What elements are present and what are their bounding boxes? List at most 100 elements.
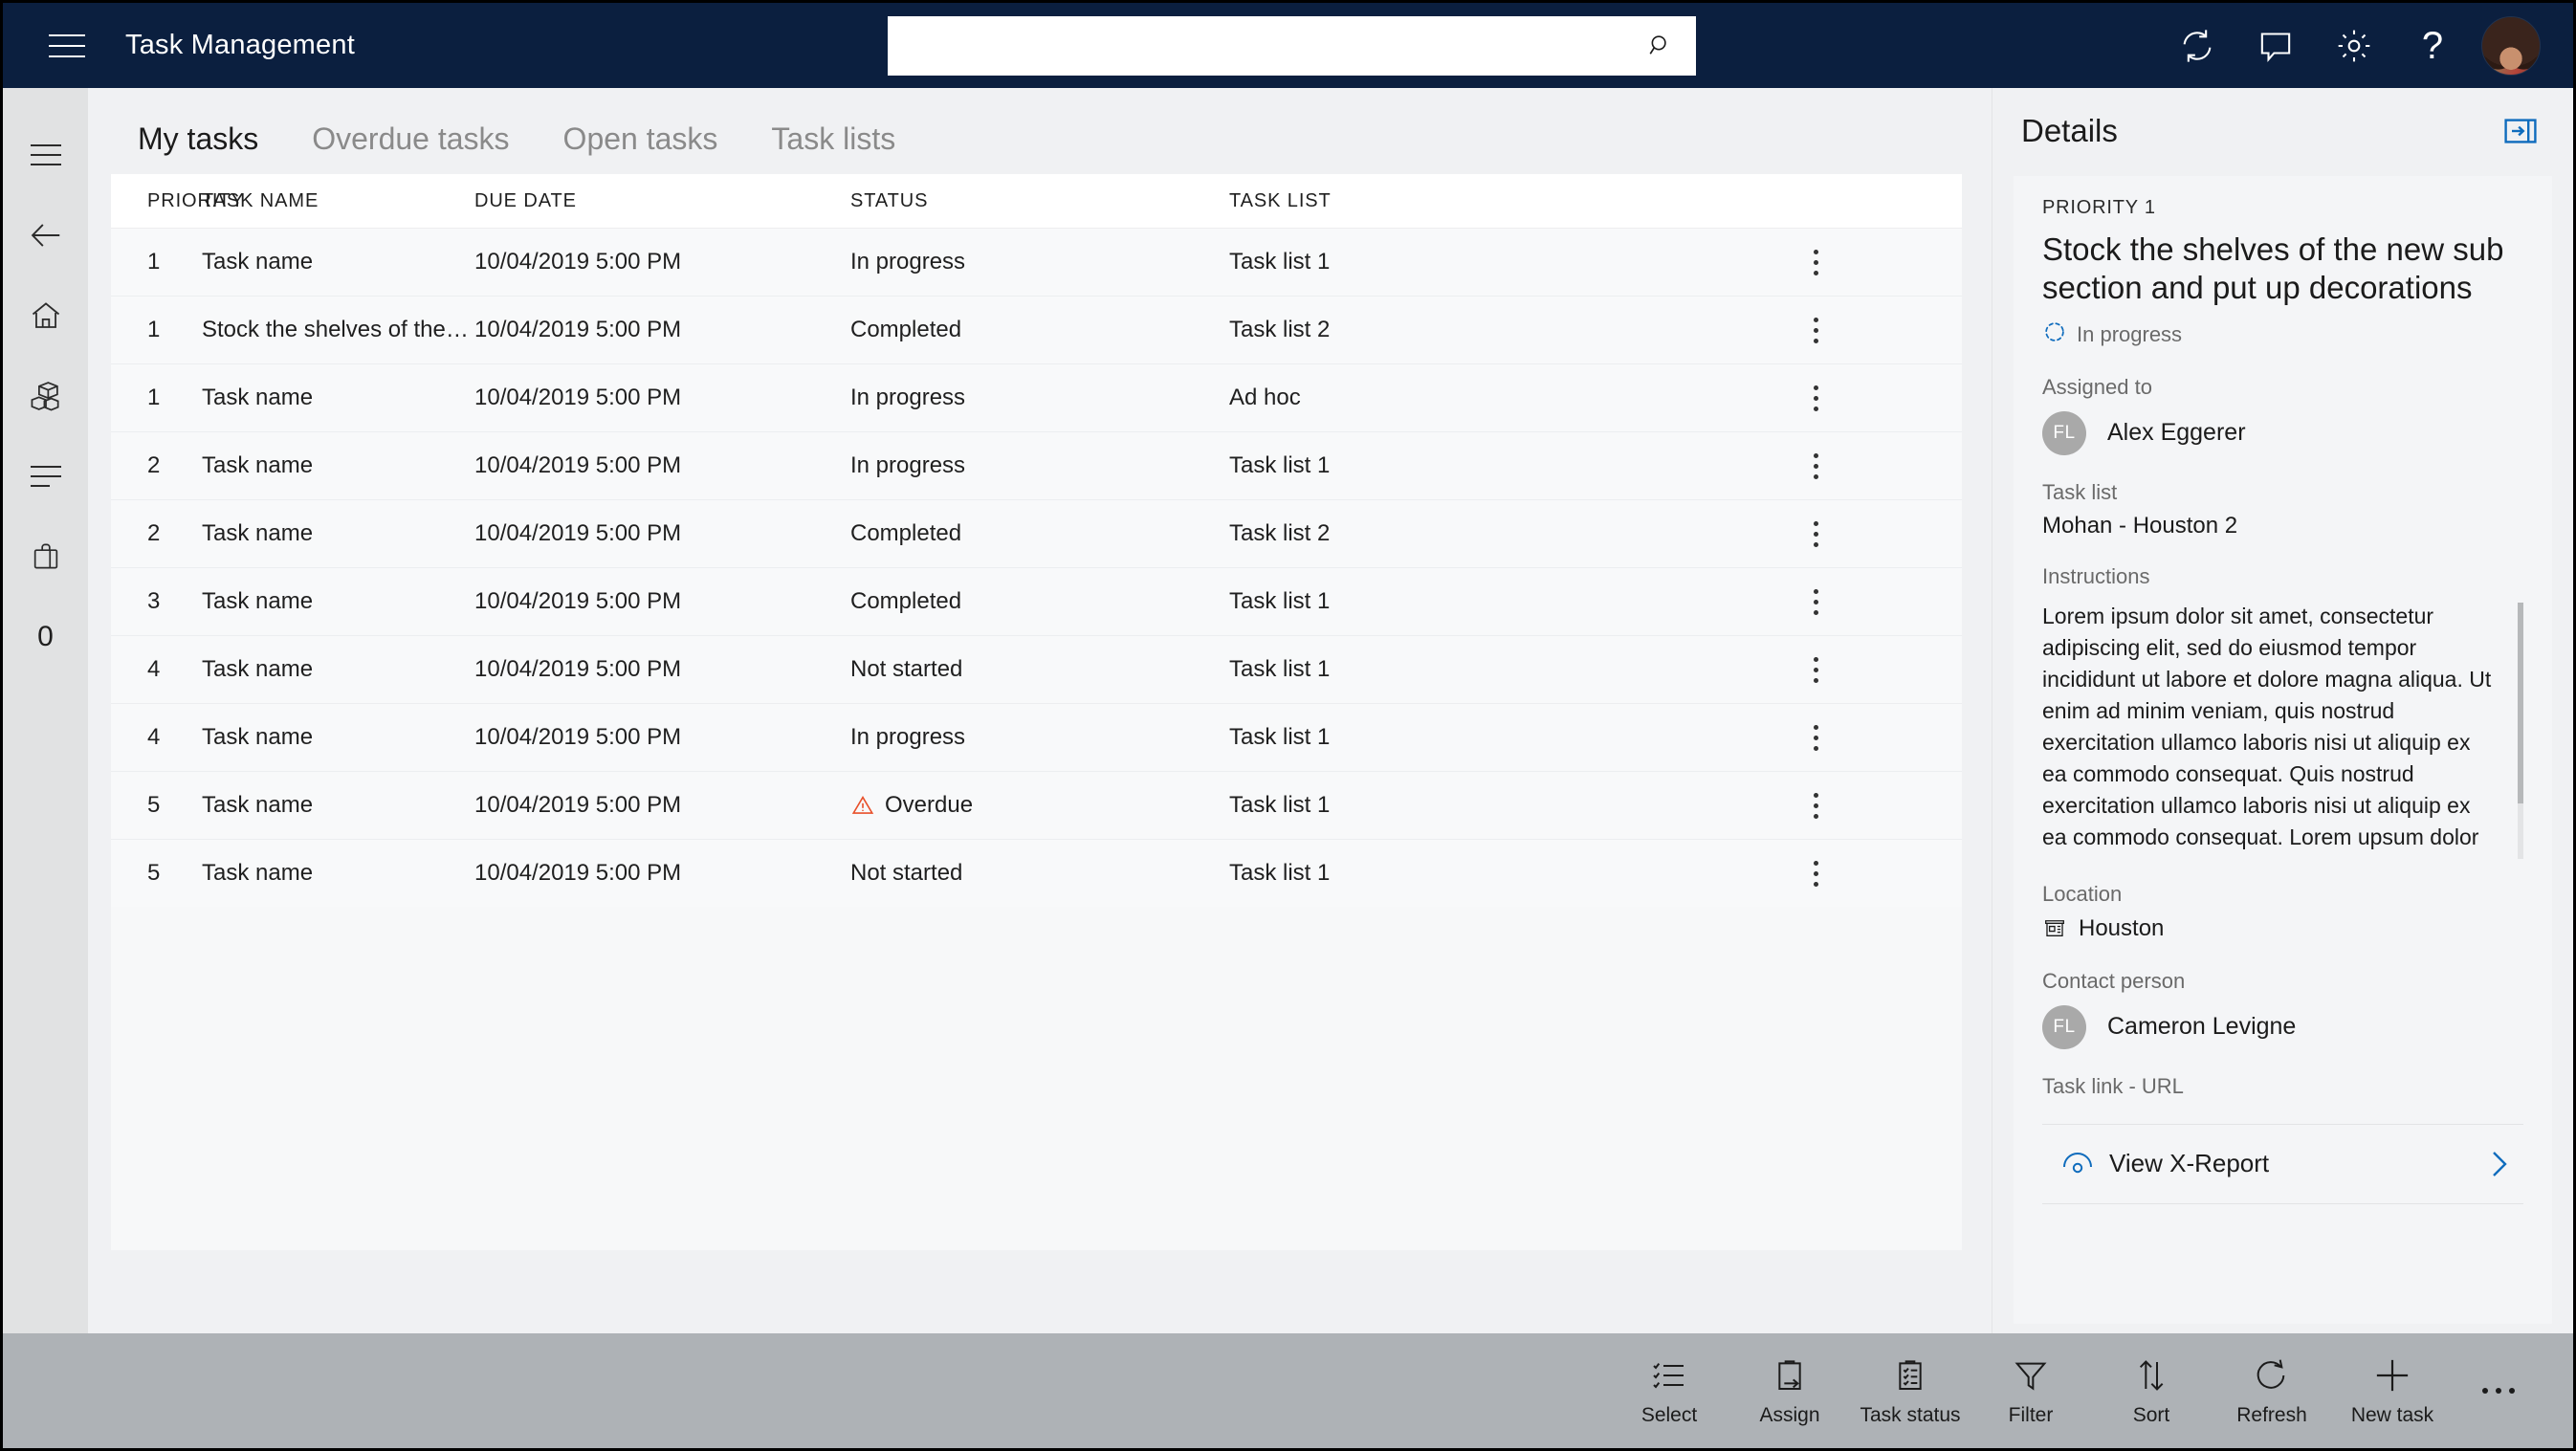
help-icon[interactable]: ? xyxy=(2393,3,2472,88)
search-box[interactable] xyxy=(888,16,1696,76)
chevron-right-icon[interactable] xyxy=(2485,1146,2520,1182)
filter-funnel-icon xyxy=(2012,1354,2050,1396)
task-link-label: Task link - URL xyxy=(2042,1073,2184,1098)
column-header-task-name[interactable]: TASK NAME xyxy=(202,190,474,212)
table-row[interactable]: 5 Task name 10/04/2019 5:00 PM Not started T… xyxy=(111,839,1962,907)
table-row[interactable]: 1 Task name 10/04/2019 5:00 PM In progress T… xyxy=(111,228,1962,296)
cell-task-list: Task list 1 xyxy=(1229,792,1331,818)
sort-button[interactable]: Sort xyxy=(2091,1333,2212,1448)
details-task-title: Stock the shelves of the new sub section… xyxy=(2042,231,2504,306)
search-input[interactable] xyxy=(888,16,1646,76)
table-row[interactable]: 4 Task name 10/04/2019 5:00 PM Not started T… xyxy=(111,635,1962,703)
avatar[interactable] xyxy=(2481,15,2541,76)
table-row[interactable]: 2 Task name 10/04/2019 5:00 PM In progress T… xyxy=(111,431,1962,499)
rail-home-icon[interactable] xyxy=(3,275,88,356)
task-status-button[interactable]: Task status xyxy=(1850,1333,1971,1448)
details-header: Details xyxy=(1993,88,2573,159)
cell-priority: 4 xyxy=(147,724,161,750)
settings-gear-icon[interactable] xyxy=(2315,3,2393,88)
cell-status: Completed xyxy=(850,317,1229,343)
contact-person[interactable]: FL Cameron Levigne xyxy=(2042,1004,2523,1049)
row-more-menu-icon[interactable] xyxy=(1796,717,1836,758)
table-row[interactable]: 1 Stock the shelves of the new sub sectio… xyxy=(111,296,1962,363)
table-row[interactable]: 5 Task name 10/04/2019 5:00 PM Overdue Task … xyxy=(111,771,1962,839)
table-row[interactable]: 4 Task name 10/04/2019 5:00 PM In progress T… xyxy=(111,703,1962,771)
table-row[interactable]: 3 Task name 10/04/2019 5:00 PM Completed Tas… xyxy=(111,567,1962,635)
tab-overdue-tasks[interactable]: Overdue tasks xyxy=(285,121,536,163)
row-more-menu-icon[interactable] xyxy=(1796,446,1836,487)
refresh-icon[interactable] xyxy=(2158,3,2236,88)
hamburger-icon[interactable] xyxy=(49,27,91,65)
rail-list-icon[interactable] xyxy=(3,436,88,517)
cell-row-actions xyxy=(1669,514,1962,555)
cell-priority: 5 xyxy=(147,792,161,818)
table-row[interactable]: 1 Task name 10/04/2019 5:00 PM In progress A… xyxy=(111,363,1962,431)
column-header-due-date[interactable]: DUE DATE xyxy=(474,190,850,212)
new-task-button[interactable]: New task xyxy=(2332,1333,2453,1448)
rail-count-badge[interactable]: 0 xyxy=(3,597,88,677)
filter-button[interactable]: Filter xyxy=(1971,1333,2091,1448)
assignee-name: Alex Eggerer xyxy=(2107,419,2246,446)
assignee-avatar: FL xyxy=(2042,410,2086,455)
row-more-menu-icon[interactable] xyxy=(1796,853,1836,894)
assigned-to-person[interactable]: FL Alex Eggerer xyxy=(2042,410,2523,455)
details-priority: PRIORITY 1 xyxy=(2042,197,2156,218)
details-status-text: In progress xyxy=(2077,321,2183,346)
rail-products-icon[interactable] xyxy=(3,356,88,436)
tab-task-lists[interactable]: Task lists xyxy=(744,121,922,163)
row-more-menu-icon[interactable] xyxy=(1796,514,1836,555)
app-title: Task Management xyxy=(125,30,355,60)
cell-task-name: Task name xyxy=(202,724,314,750)
location-name: Houston xyxy=(2079,915,2165,941)
in-progress-spinner-icon xyxy=(2042,319,2067,350)
cell-status: Completed xyxy=(850,520,1229,547)
cell-row-actions xyxy=(1669,310,1962,351)
row-more-menu-icon[interactable] xyxy=(1796,242,1836,283)
cell-status: In progress xyxy=(850,452,1229,479)
rail-bag-icon[interactable] xyxy=(3,517,88,597)
cell-due-date: 10/04/2019 5:00 PM xyxy=(474,520,682,546)
cell-task-list: Task list 1 xyxy=(1229,588,1331,614)
task-link-row[interactable]: View X-Report xyxy=(2042,1123,2523,1204)
refresh-button[interactable]: Refresh xyxy=(2212,1333,2332,1448)
sort-arrows-icon xyxy=(2132,1354,2170,1396)
rail-back-arrow-icon[interactable] xyxy=(3,195,88,275)
search-icon[interactable] xyxy=(1646,32,1675,60)
row-more-menu-icon[interactable] xyxy=(1796,785,1836,826)
row-more-menu-icon[interactable] xyxy=(1796,649,1836,691)
cell-priority: 5 xyxy=(147,860,161,886)
location-label: Location xyxy=(2042,881,2123,906)
filter-button-label: Filter xyxy=(2008,1404,2054,1426)
feedback-icon[interactable] xyxy=(2236,3,2315,88)
cell-priority: 1 xyxy=(147,249,161,275)
rail-hamburger-icon[interactable] xyxy=(3,115,88,195)
task-management-app: Task Management ? 0 My tasks Overdue tas… xyxy=(0,0,2576,1451)
tab-open-tasks[interactable]: Open tasks xyxy=(537,121,745,163)
row-more-menu-icon[interactable] xyxy=(1796,378,1836,419)
column-header-priority[interactable]: PRIORITY xyxy=(111,190,244,212)
column-header-task-list[interactable]: TASK LIST xyxy=(1229,190,1669,212)
cell-status: Not started xyxy=(850,860,1229,887)
cell-task-list: Task list 1 xyxy=(1229,656,1331,682)
instructions-scrollbar[interactable] xyxy=(2518,602,2523,859)
task-status-button-label: Task status xyxy=(1860,1404,1961,1426)
row-more-menu-icon[interactable] xyxy=(1796,582,1836,623)
instructions-label: Instructions xyxy=(2042,563,2150,588)
tab-my-tasks[interactable]: My tasks xyxy=(111,121,285,163)
cell-task-name: Task name xyxy=(202,792,314,818)
select-button[interactable]: Select xyxy=(1609,1333,1729,1448)
column-header-status[interactable]: STATUS xyxy=(850,190,1229,212)
table-row[interactable]: 2 Task name 10/04/2019 5:00 PM Completed Tas… xyxy=(111,499,1962,567)
details-content: PRIORITY 1 Stock the shelves of the new … xyxy=(2014,176,2552,1324)
assign-button[interactable]: Assign xyxy=(1729,1333,1850,1448)
collapse-panel-icon[interactable] xyxy=(2504,119,2537,143)
cell-task-list: Task list 2 xyxy=(1229,520,1331,546)
cell-row-actions xyxy=(1669,649,1962,691)
overdue-warning-icon xyxy=(850,793,875,818)
instructions-block: Lorem ipsum dolor sit amet, consectetur … xyxy=(2042,601,2523,859)
more-ellipsis-icon[interactable] xyxy=(2453,1333,2544,1448)
cell-priority: 1 xyxy=(147,385,161,410)
select-button-label: Select xyxy=(1640,1404,1698,1426)
left-rail: 0 xyxy=(3,88,88,1333)
row-more-menu-icon[interactable] xyxy=(1796,310,1836,351)
